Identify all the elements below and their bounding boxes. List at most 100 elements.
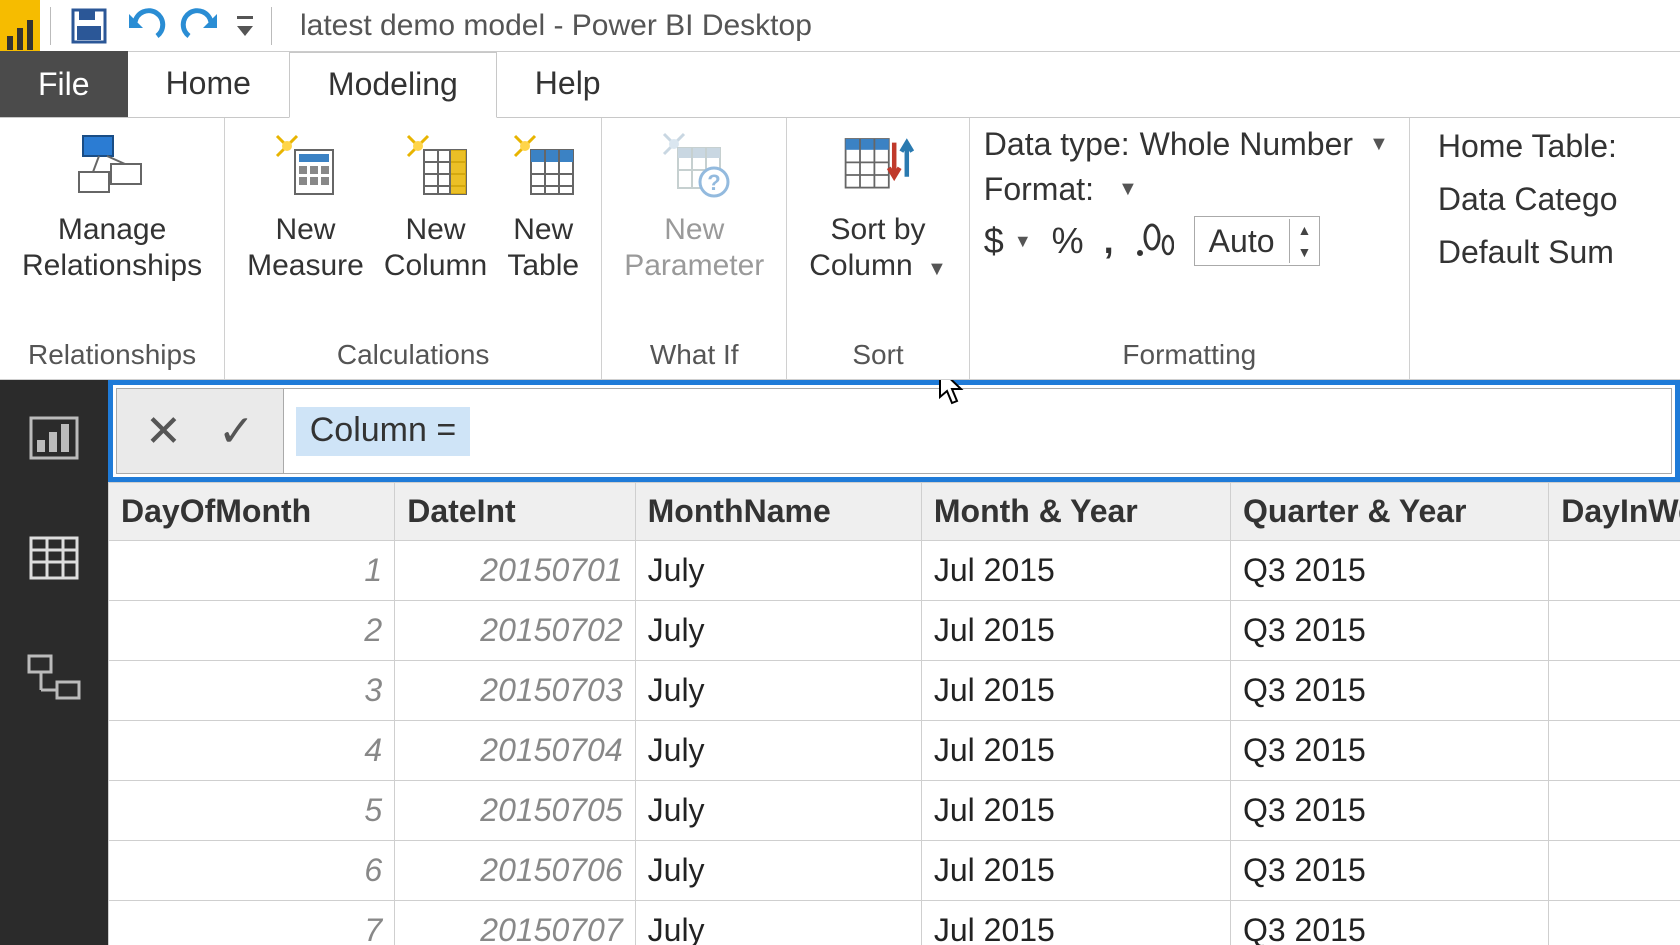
manage-relationships-button[interactable]: Manage Relationships: [14, 124, 210, 284]
dropdown-caret-icon: ▼: [927, 258, 947, 280]
group-whatif: ? New Parameter What If: [602, 118, 787, 379]
table-row[interactable]: 120150701JulyJul 2015Q3 20153We: [109, 541, 1680, 601]
tab-modeling[interactable]: Modeling: [289, 52, 497, 118]
stepper-value: Auto: [1195, 223, 1289, 260]
cell[interactable]: 4: [1549, 601, 1680, 661]
column-header[interactable]: MonthName: [635, 483, 921, 541]
cell[interactable]: 1: [109, 541, 395, 601]
cell[interactable]: 2: [109, 601, 395, 661]
cell[interactable]: July: [635, 781, 921, 841]
cell[interactable]: July: [635, 601, 921, 661]
data-category-dropdown[interactable]: Data Catego: [1438, 181, 1618, 218]
data-type-dropdown[interactable]: Data type: Whole Number ▼: [984, 126, 1389, 163]
cell[interactable]: Jul 2015: [921, 721, 1230, 781]
percent-format-button[interactable]: %: [1052, 220, 1084, 262]
column-header[interactable]: Month & Year: [921, 483, 1230, 541]
redo-button[interactable]: [173, 0, 229, 52]
data-type-value: Whole Number: [1140, 126, 1353, 163]
cell[interactable]: 4: [109, 721, 395, 781]
table-row[interactable]: 320150703JulyJul 2015Q3 20155Fric: [109, 661, 1680, 721]
commit-formula-button[interactable]: ✓: [218, 406, 255, 457]
cell[interactable]: 20150705: [395, 781, 635, 841]
column-header[interactable]: DayOfMonth: [109, 483, 395, 541]
table-row[interactable]: 620150706JulyJul 2015Q3 20151Mo: [109, 841, 1680, 901]
cell[interactable]: July: [635, 901, 921, 945]
cell[interactable]: Jul 2015: [921, 901, 1230, 945]
cell[interactable]: Q3 2015: [1230, 901, 1548, 945]
table-row[interactable]: 220150702JulyJul 2015Q3 20154Thu: [109, 601, 1680, 661]
group-title-calculations: Calculations: [239, 335, 587, 379]
cell[interactable]: July: [635, 721, 921, 781]
table-row[interactable]: 720150707JulyJul 2015Q3 20152Tue: [109, 901, 1680, 945]
cell[interactable]: 5: [1549, 661, 1680, 721]
group-title-properties: [1424, 335, 1618, 379]
cell[interactable]: 20150706: [395, 841, 635, 901]
column-header[interactable]: DateInt: [395, 483, 635, 541]
cell[interactable]: Q3 2015: [1230, 721, 1548, 781]
cell[interactable]: 3: [109, 661, 395, 721]
currency-dropdown-caret[interactable]: ▼: [1014, 231, 1032, 252]
table-row[interactable]: 420150704JulyJul 2015Q3 20156Sat: [109, 721, 1680, 781]
thousands-separator-button[interactable]: ,: [1104, 220, 1114, 262]
cell[interactable]: 5: [109, 781, 395, 841]
cell[interactable]: 0: [1549, 781, 1680, 841]
new-table-icon: [507, 130, 579, 202]
cell[interactable]: Jul 2015: [921, 781, 1230, 841]
model-view-button[interactable]: [24, 648, 84, 708]
cell[interactable]: July: [635, 661, 921, 721]
cell[interactable]: 3: [1549, 541, 1680, 601]
cell[interactable]: 7: [109, 901, 395, 945]
sort-by-column-button[interactable]: Sort by Column ▼: [801, 124, 955, 287]
data-view-button[interactable]: [24, 528, 84, 588]
cell[interactable]: 20150707: [395, 901, 635, 945]
save-button[interactable]: [61, 0, 117, 52]
cell[interactable]: 2: [1549, 901, 1680, 945]
new-column-label: New Column: [384, 212, 487, 284]
tab-home[interactable]: Home: [128, 51, 289, 117]
qat-customize-dropdown[interactable]: [229, 0, 261, 52]
cell[interactable]: Q3 2015: [1230, 661, 1548, 721]
cell[interactable]: July: [635, 841, 921, 901]
tab-help[interactable]: Help: [497, 51, 639, 117]
new-column-button[interactable]: New Column: [376, 124, 495, 284]
cell[interactable]: Jul 2015: [921, 661, 1230, 721]
view-switcher: [0, 380, 108, 945]
stepper-up-icon[interactable]: ▲: [1290, 219, 1320, 241]
cell[interactable]: 1: [1549, 841, 1680, 901]
cell[interactable]: July: [635, 541, 921, 601]
data-grid[interactable]: DayOfMonth DateInt MonthName Month & Yea…: [108, 482, 1680, 945]
home-table-dropdown[interactable]: Home Table:: [1438, 128, 1618, 165]
stepper-down-icon[interactable]: ▼: [1290, 241, 1320, 263]
default-summarization-dropdown[interactable]: Default Sum: [1438, 234, 1618, 271]
table-row[interactable]: 520150705JulyJul 2015Q3 20150Sur: [109, 781, 1680, 841]
main-panel: ✕ ✓ Column = DayOfMonth DateInt: [108, 380, 1680, 945]
formula-input[interactable]: Column =: [283, 388, 1672, 474]
svg-text:?: ?: [708, 170, 721, 195]
cell[interactable]: 20150703: [395, 661, 635, 721]
cell[interactable]: Jul 2015: [921, 541, 1230, 601]
format-dropdown[interactable]: Format: ▼: [984, 171, 1389, 208]
currency-format-button[interactable]: $: [984, 220, 1004, 262]
cell[interactable]: Jul 2015: [921, 601, 1230, 661]
report-view-button[interactable]: [24, 408, 84, 468]
undo-button[interactable]: [117, 0, 173, 52]
cell[interactable]: 20150701: [395, 541, 635, 601]
cell[interactable]: 6: [109, 841, 395, 901]
new-measure-button[interactable]: New Measure: [239, 124, 372, 284]
cell[interactable]: Jul 2015: [921, 841, 1230, 901]
tab-file[interactable]: File: [0, 51, 128, 117]
new-parameter-label: New Parameter: [624, 212, 764, 284]
column-header[interactable]: Quarter & Year: [1230, 483, 1548, 541]
cell[interactable]: Q3 2015: [1230, 601, 1548, 661]
cell[interactable]: Q3 2015: [1230, 541, 1548, 601]
cell[interactable]: 20150704: [395, 721, 635, 781]
cancel-formula-button[interactable]: ✕: [145, 406, 182, 457]
cell[interactable]: Q3 2015: [1230, 781, 1548, 841]
group-title-relationships: Relationships: [14, 335, 210, 379]
cell[interactable]: Q3 2015: [1230, 841, 1548, 901]
cell[interactable]: 6: [1549, 721, 1680, 781]
decimal-places-stepper[interactable]: Auto ▲ ▼: [1194, 216, 1321, 266]
new-table-button[interactable]: New Table: [499, 124, 587, 284]
column-header[interactable]: DayInWeek: [1549, 483, 1680, 541]
cell[interactable]: 20150702: [395, 601, 635, 661]
